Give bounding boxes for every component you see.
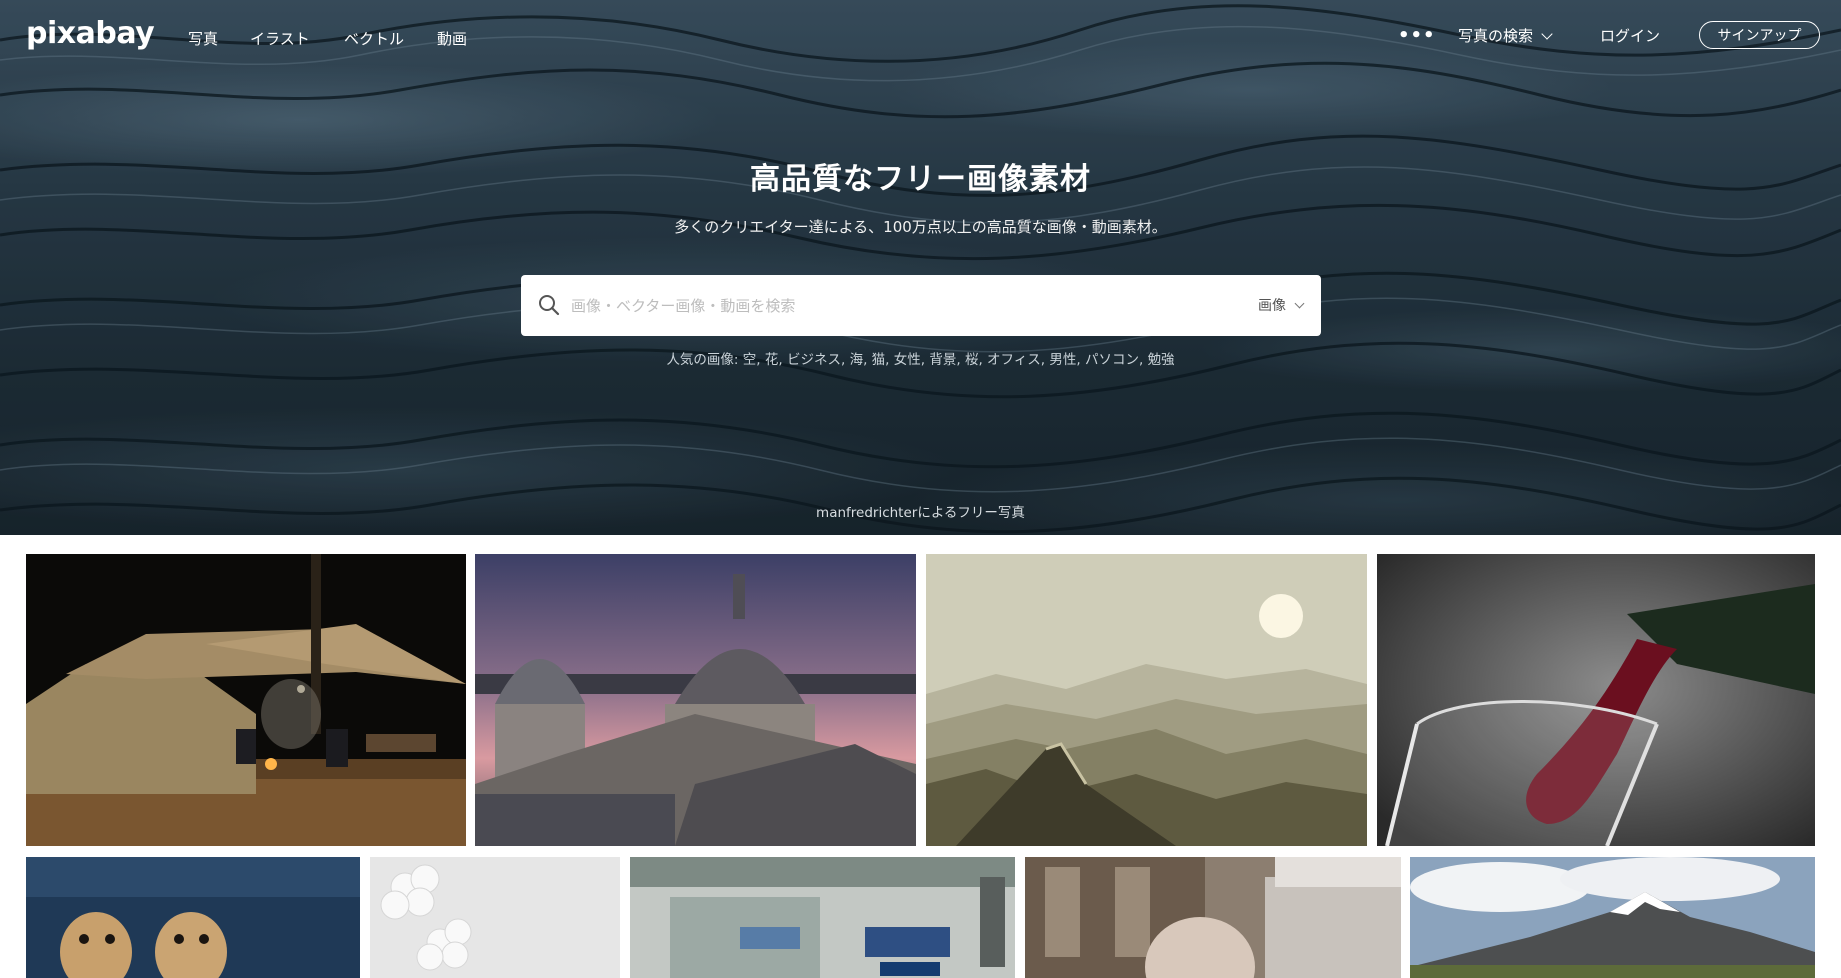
popular-tag[interactable]: 猫 <box>872 352 886 368</box>
gallery-image-great-wall[interactable] <box>926 554 1367 846</box>
search-icon[interactable] <box>537 293 561 317</box>
gallery-image-paper-flowers[interactable] <box>370 857 620 978</box>
nav-link-videos[interactable]: 動画 <box>437 28 467 49</box>
media-type-select[interactable]: 画像 <box>1258 295 1305 315</box>
popular-tag[interactable]: 男性 <box>1049 352 1076 368</box>
gallery-image-meerkats[interactable] <box>26 857 360 978</box>
popular-tag[interactable]: 空 <box>743 352 757 368</box>
search-bar: 画像 <box>521 275 1321 336</box>
gallery-image-train-station[interactable] <box>630 857 1015 978</box>
gallery-image-wine[interactable] <box>1377 554 1815 846</box>
more-menu-icon[interactable]: ••• <box>1398 25 1436 46</box>
top-nav: pixabay 写真 イラスト ベクトル 動画 ••• 写真の検索 ログイン サ… <box>0 0 1841 76</box>
great-wall-mountains-image <box>926 554 1367 846</box>
search-input[interactable] <box>571 287 1211 324</box>
popular-tag[interactable]: 背景 <box>929 352 956 368</box>
nav-link-vectors[interactable]: ベクトル <box>344 28 404 49</box>
search-type-dropdown-label: 写真の検索 <box>1458 27 1534 45</box>
popular-tag[interactable]: オフィス <box>987 352 1041 368</box>
hero-subtitle: 多くのクリエイター達による、100万点以上の高品質な画像・動画素材。 <box>674 218 1167 236</box>
gallery-image-camping[interactable] <box>26 554 466 846</box>
hero-banner: pixabay 写真 イラスト ベクトル 動画 ••• 写真の検索 ログイン サ… <box>0 0 1841 535</box>
page: pixabay 写真 イラスト ベクトル 動画 ••• 写真の検索 ログイン サ… <box>0 0 1841 978</box>
camping-tent-night-image <box>26 554 466 846</box>
popular-tag[interactable]: ビジネス <box>787 352 841 368</box>
hero-overlay <box>0 0 1841 535</box>
popular-tag[interactable]: パソコン <box>1085 352 1139 368</box>
gallery-image-snowy-mountain[interactable] <box>1410 857 1815 978</box>
chevron-down-icon <box>1294 298 1305 308</box>
pisa-cathedral-dusk-image <box>475 554 916 846</box>
popular-tag[interactable]: 女性 <box>894 352 921 368</box>
hero-title: 高品質なフリー画像素材 <box>750 162 1091 197</box>
meerkats-image <box>26 857 360 978</box>
nav-link-photos[interactable]: 写真 <box>188 28 218 49</box>
gallery-image-pisa[interactable] <box>475 554 916 846</box>
photo-credit[interactable]: manfredrichterによるフリー写真 <box>0 501 1841 521</box>
popular-tags: 人気の画像: 空, 花, ビジネス, 海, 猫, 女性, 背景, 桜, オフィス… <box>666 352 1175 368</box>
snowy-mountain-image <box>1410 857 1815 978</box>
white-paper-flowers-image <box>370 857 620 978</box>
popular-tag[interactable]: 勉強 <box>1148 352 1175 368</box>
popular-tag[interactable]: 桜 <box>965 352 979 368</box>
elderly-man-street-image <box>1025 857 1401 978</box>
chevron-down-icon <box>1541 27 1553 40</box>
red-wine-pour-image <box>1377 554 1815 846</box>
pixabay-logo[interactable]: pixabay <box>26 16 155 51</box>
nav-link-illustrations[interactable]: イラスト <box>250 28 310 49</box>
popular-label: 人気の画像: <box>666 352 739 368</box>
search-type-dropdown[interactable]: 写真の検索 <box>1458 25 1553 46</box>
signup-button[interactable]: サインアップ <box>1699 21 1820 49</box>
train-station-image <box>630 857 1015 978</box>
login-link[interactable]: ログイン <box>1600 25 1660 46</box>
gallery-image-elderly-man[interactable] <box>1025 857 1401 978</box>
media-type-label: 画像 <box>1258 298 1286 314</box>
popular-tag[interactable]: 海 <box>850 352 864 368</box>
popular-tag[interactable]: 花 <box>765 352 779 368</box>
